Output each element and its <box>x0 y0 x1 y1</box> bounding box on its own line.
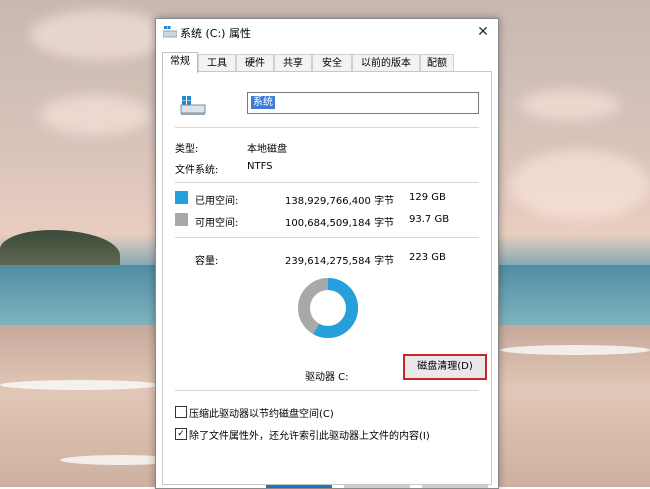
disk-cleanup-button[interactable]: 磁盘清理(D) <box>403 354 487 380</box>
wave <box>500 345 650 355</box>
tab-sharing[interactable]: 共享 <box>274 54 312 72</box>
drive-icon <box>163 26 177 38</box>
free-space-swatch <box>175 213 188 226</box>
drive-icon <box>180 96 206 115</box>
tab-quota[interactable]: 配额 <box>420 54 454 72</box>
type-value: 本地磁盘 <box>247 144 287 155</box>
used-space-swatch <box>175 191 188 204</box>
disk-usage-chart <box>298 278 358 338</box>
tab-security[interactable]: 安全 <box>312 54 352 72</box>
free-space-label: 可用空间: <box>195 218 239 229</box>
tab-hardware[interactable]: 硬件 <box>236 54 274 72</box>
window-title: 系统 (C:) 属性 <box>180 27 251 40</box>
cloud <box>520 90 620 120</box>
used-space-size: 129 GB <box>409 192 446 203</box>
compress-label: 压缩此驱动器以节约磁盘空间(C) <box>189 409 334 420</box>
free-space-bytes: 100,684,509,184 字节 <box>285 218 395 229</box>
divider <box>175 182 479 183</box>
capacity-size: 223 GB <box>409 252 446 263</box>
index-checkbox[interactable]: ✓ <box>175 428 187 440</box>
used-space-bytes: 138,929,766,400 字节 <box>285 196 395 207</box>
drive-name-input[interactable]: 系统 <box>247 92 479 114</box>
index-label: 除了文件属性外，还允许索引此驱动器上文件的内容(I) <box>189 431 430 442</box>
used-space-label: 已用空间: <box>195 196 239 207</box>
title-bar[interactable]: 系统 (C:) 属性 ✕ <box>156 19 498 45</box>
capacity-bytes: 239,614,275,584 字节 <box>285 256 395 267</box>
drive-name-value: 系统 <box>251 96 275 109</box>
drive-label: 驱动器 C: <box>305 372 349 383</box>
compress-checkbox[interactable] <box>175 406 187 418</box>
tab-general[interactable]: 常规 <box>162 52 198 73</box>
free-space-size: 93.7 GB <box>409 214 450 225</box>
type-label: 类型: <box>175 144 199 155</box>
cloud <box>30 10 170 60</box>
tab-tools[interactable]: 工具 <box>198 54 236 72</box>
cloud <box>510 150 650 220</box>
divider <box>175 127 479 128</box>
filesystem-label: 文件系统: <box>175 165 219 176</box>
close-button[interactable]: ✕ <box>468 19 498 45</box>
general-panel: 系统 类型: 本地磁盘 文件系统: NTFS 已用空间: 138,929,766… <box>162 71 492 485</box>
cloud <box>40 95 150 135</box>
divider <box>175 237 479 238</box>
wave <box>0 380 160 390</box>
divider <box>175 390 479 391</box>
filesystem-value: NTFS <box>247 161 273 172</box>
tab-previous-versions[interactable]: 以前的版本 <box>352 54 420 72</box>
close-icon: ✕ <box>477 24 489 40</box>
properties-window: 系统 (C:) 属性 ✕ 常规 工具 硬件 共享 安全 以前的版本 配额 系统 … <box>155 18 499 489</box>
capacity-label: 容量: <box>195 256 219 267</box>
